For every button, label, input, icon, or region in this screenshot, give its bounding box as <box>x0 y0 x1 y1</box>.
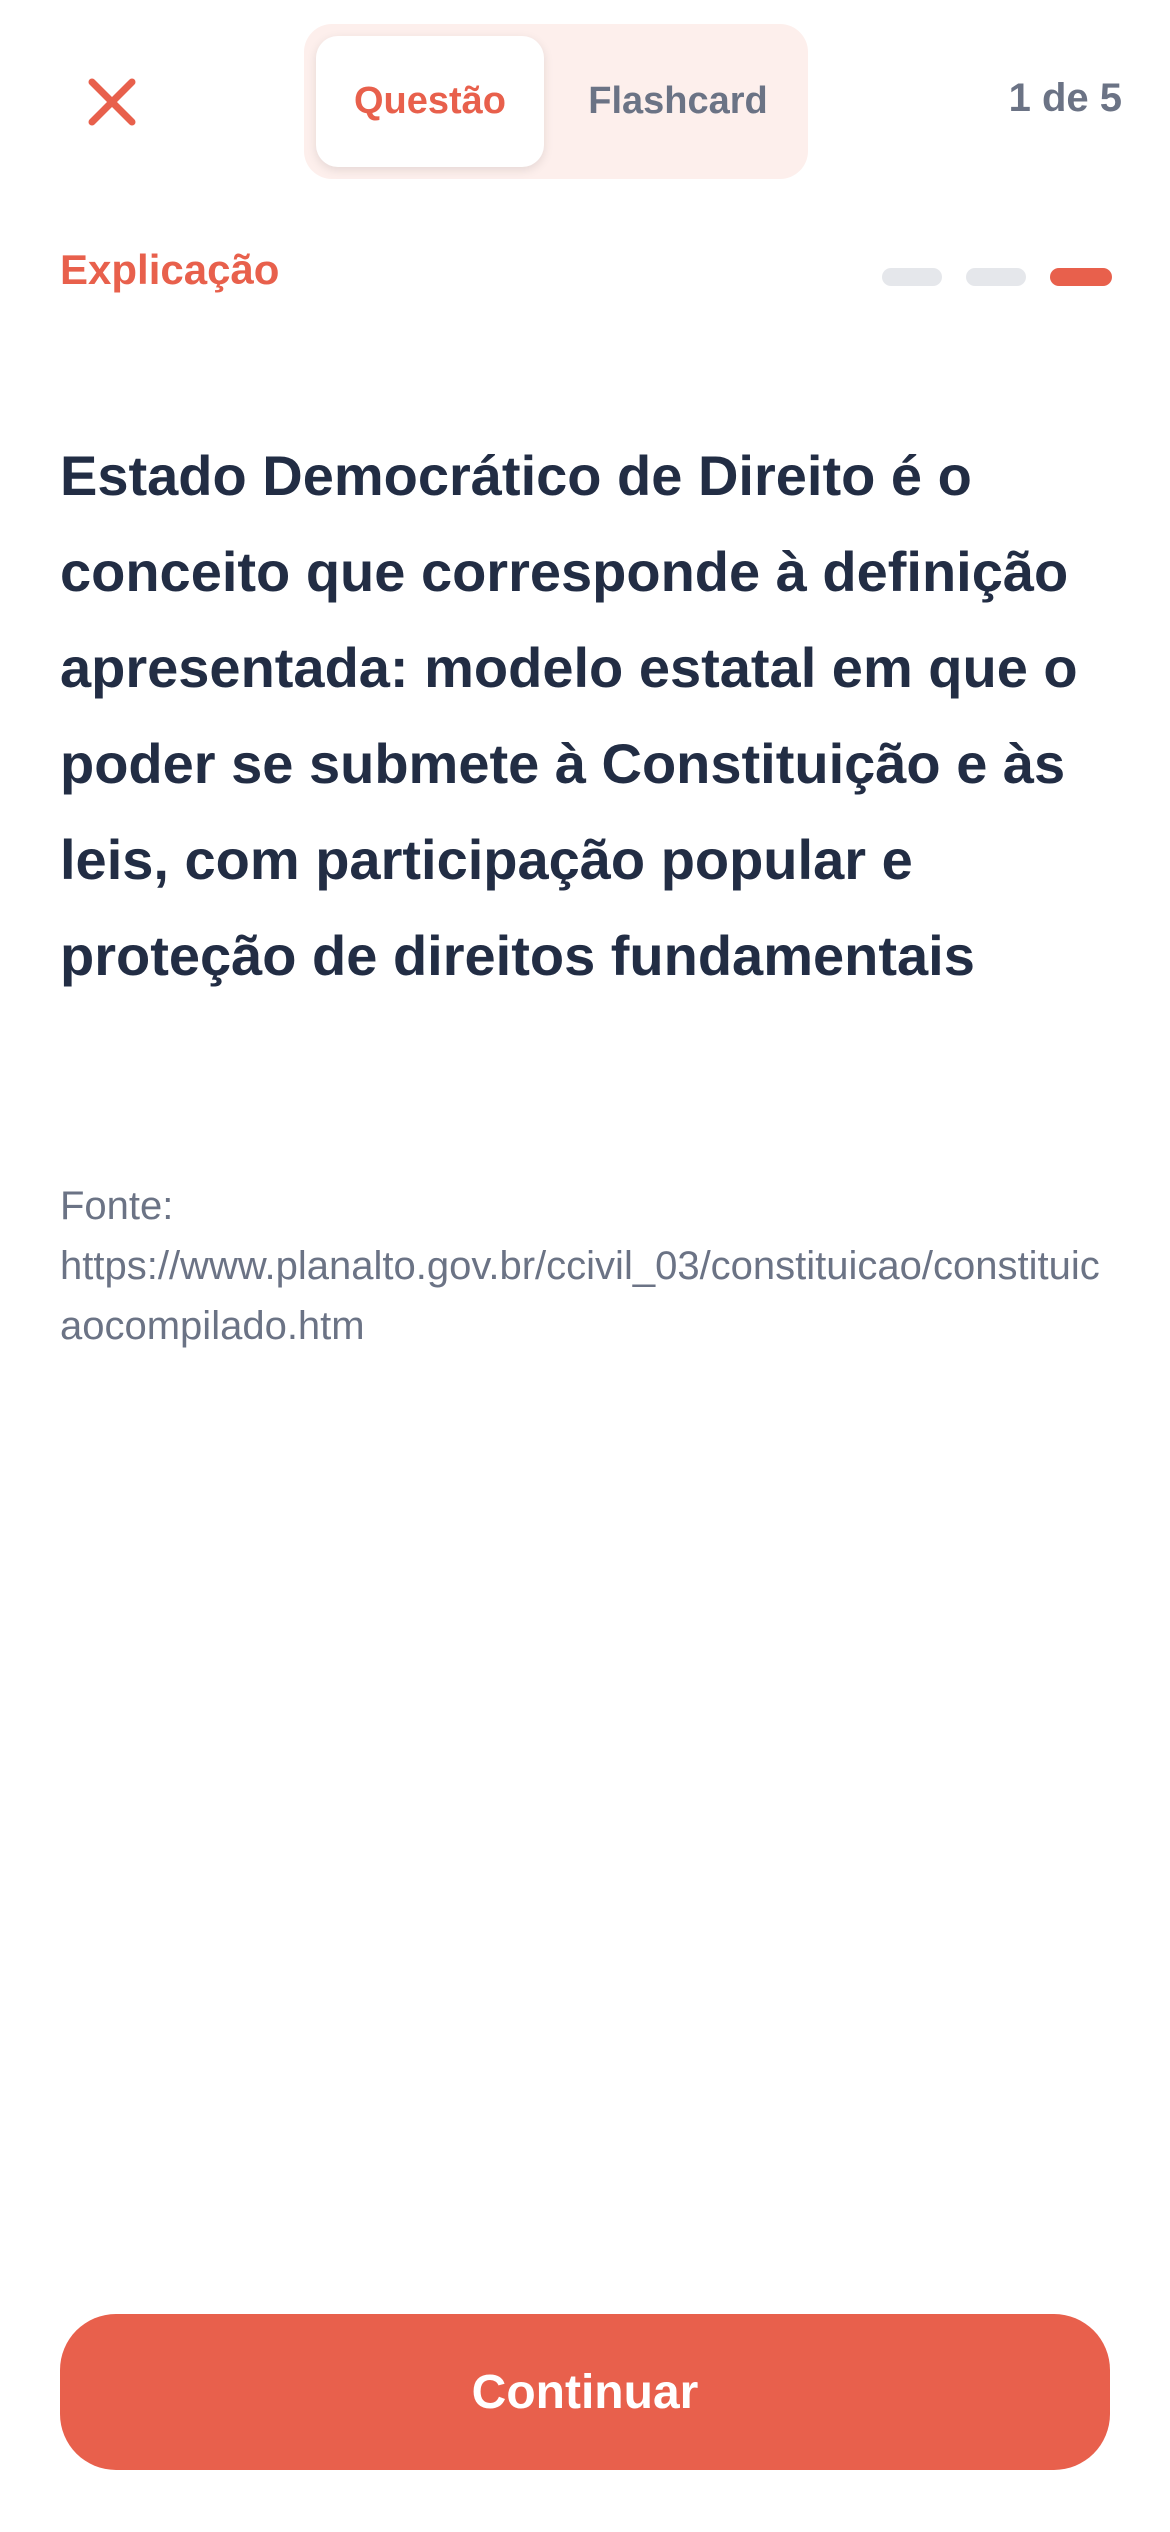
section-label: Explicação <box>60 246 280 293</box>
question-counter: 1 de 5 <box>1008 76 1122 120</box>
source-label: Fonte: <box>60 1184 174 1228</box>
progress-step-1 <box>882 268 942 286</box>
continue-button[interactable]: Continuar <box>60 2314 1110 2470</box>
source-url: https://www.planalto.gov.br/ccivil_03/co… <box>60 1244 1100 1348</box>
mode-segmented-control: Questão Flashcard <box>304 24 808 179</box>
close-button[interactable] <box>84 74 140 130</box>
source-block: Fonte: https://www.planalto.gov.br/ccivi… <box>60 1176 1120 1356</box>
progress-step-3 <box>1050 268 1112 286</box>
explanation-text: Estado Democrático de Direito é o concei… <box>60 444 1078 987</box>
tab-flashcard[interactable]: Flashcard <box>560 36 796 167</box>
close-icon <box>88 78 136 126</box>
tab-questao[interactable]: Questão <box>316 36 544 167</box>
progress-step-2 <box>966 268 1026 286</box>
